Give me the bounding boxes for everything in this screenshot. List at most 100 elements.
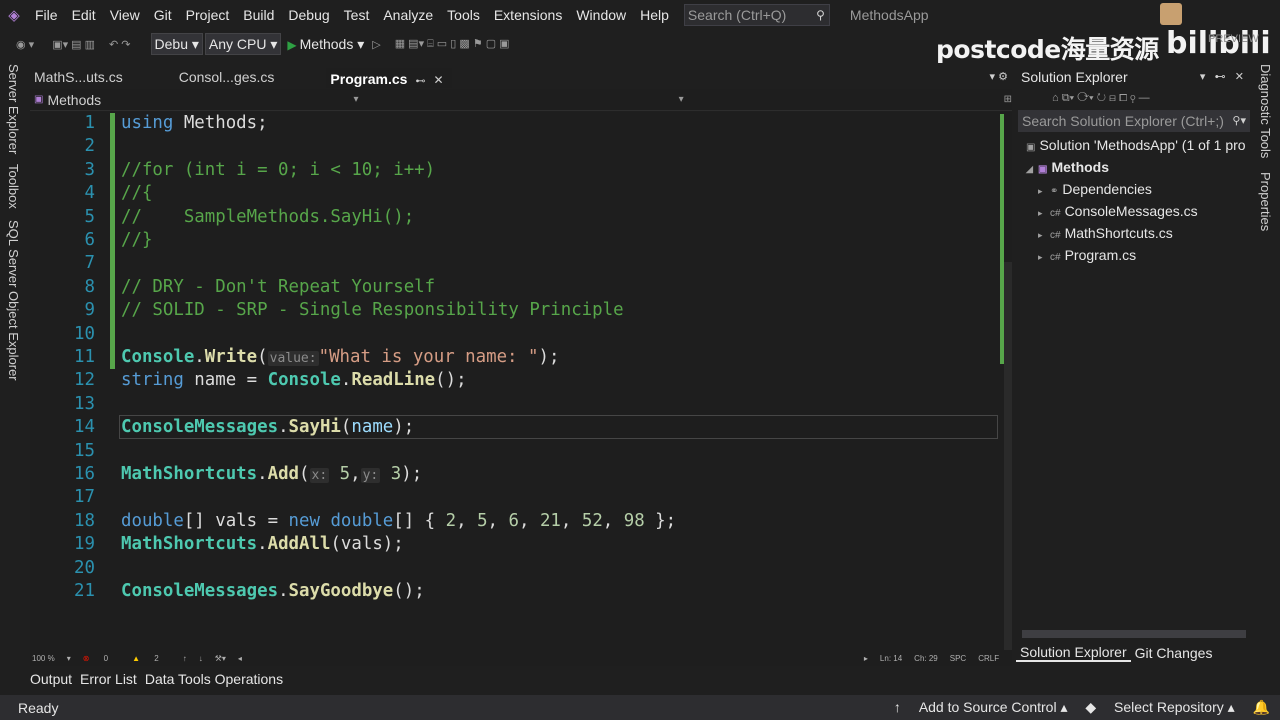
code-line[interactable]: 4 //{ xyxy=(30,182,998,205)
whitespace-indicator[interactable]: SPC xyxy=(950,654,966,663)
code-line[interactable]: 18 double[] vals = new double[] { 2, 5, 6… xyxy=(30,510,998,533)
tree-item-dependencies[interactable]: ▸ ⚭ Dependencies xyxy=(1016,178,1252,200)
close-icon[interactable]: ✕ xyxy=(433,73,443,87)
tree-item-program[interactable]: ▸ c# Program.cs xyxy=(1016,244,1252,266)
code-line[interactable]: 13 xyxy=(30,393,998,416)
code-line[interactable]: 1 using Methods; xyxy=(30,112,998,135)
server-explorer-tab[interactable]: Server Explorer xyxy=(6,64,21,154)
start-debugging-button[interactable]: ▶ Methods ▾ xyxy=(283,36,368,53)
cleanup-icon[interactable]: ⚒▾ xyxy=(215,654,226,663)
code-line[interactable]: 7 xyxy=(30,252,998,275)
code-line[interactable]: 12 string name = Console.ReadLine(); xyxy=(30,369,998,392)
code-line[interactable]: 8 // DRY - Don't Repeat Yourself xyxy=(30,276,998,299)
warning-count[interactable]: ▲ 2 xyxy=(132,654,171,663)
diagnostic-tools-tab[interactable]: Diagnostic Tools xyxy=(1258,64,1273,158)
tab-data-tools-operations[interactable]: Data Tools Operations xyxy=(145,671,283,687)
menu-help[interactable]: Help xyxy=(633,0,676,30)
tree-solution-root[interactable]: ▣ Solution 'MethodsApp' (1 of 1 pro xyxy=(1016,134,1252,156)
project-scope-dropdown[interactable]: Methods xyxy=(43,92,353,108)
tab-program[interactable]: Program.cs ⊷ ✕ xyxy=(326,66,452,88)
tab-error-list[interactable]: Error List xyxy=(80,671,137,687)
menu-file[interactable]: File xyxy=(28,0,65,30)
menu-tools[interactable]: Tools xyxy=(440,0,487,30)
chevron-right-icon[interactable]: ▸ xyxy=(1038,202,1050,222)
editor-vertical-scrollbar[interactable] xyxy=(1000,112,1012,662)
menu-extensions[interactable]: Extensions xyxy=(487,0,569,30)
code-line[interactable]: 21 ConsoleMessages.SayGoodbye(); xyxy=(30,580,998,603)
chevron-down-icon[interactable]: ◢ xyxy=(1026,158,1038,178)
code-line[interactable]: 3 //for (int i = 0; i < 10; i++) xyxy=(30,159,998,182)
notifications-icon[interactable]: 🔔 xyxy=(1253,699,1270,715)
chevron-right-icon[interactable]: ▸ xyxy=(1038,180,1050,200)
chevron-down-icon[interactable]: ▾ xyxy=(679,94,684,105)
tab-solution-explorer[interactable]: Solution Explorer xyxy=(1016,644,1131,662)
select-repository-button[interactable]: ◆ Select Repository ▴ xyxy=(1085,699,1234,715)
menu-project[interactable]: Project xyxy=(179,0,237,30)
visual-studio-logo-icon[interactable]: ◈ xyxy=(0,0,28,30)
platform-dropdown[interactable]: Any CPU ▾ xyxy=(204,33,282,55)
code-line[interactable]: 15 xyxy=(30,440,998,463)
code-line[interactable]: 20 xyxy=(30,557,998,580)
tree-item-mathshortcuts[interactable]: ▸ c# MathShortcuts.cs xyxy=(1016,222,1252,244)
menu-build[interactable]: Build xyxy=(236,0,281,30)
run-label: Methods xyxy=(299,35,354,52)
code-line[interactable]: 6 //} xyxy=(30,229,998,252)
code-editor[interactable]: 1 using Methods; 2 3//for (int i = 0; i < 1… xyxy=(30,112,1000,650)
tab-mathshortcuts[interactable]: MathS...uts.cs xyxy=(30,66,127,88)
code-line[interactable]: 10 xyxy=(30,323,998,346)
panel-controls[interactable]: ▾ ⊷ ✕ xyxy=(1200,66,1244,88)
code-line[interactable]: 17 xyxy=(30,486,998,509)
start-without-debugging-icon[interactable]: ▷ xyxy=(368,38,384,51)
code-line[interactable]: 11 Console.Write(value: "What is your name… xyxy=(30,346,998,369)
menu-view[interactable]: View xyxy=(103,0,147,30)
code-line[interactable]: 2 xyxy=(30,135,998,158)
toolbox-tab[interactable]: Toolbox xyxy=(6,164,21,209)
tab-consolemessages[interactable]: Consol...ges.cs xyxy=(175,66,279,88)
undo-redo-icon[interactable]: ↶ ↷ xyxy=(105,38,135,51)
tab-git-changes[interactable]: Git Changes xyxy=(1131,645,1217,661)
menu-window[interactable]: Window xyxy=(569,0,633,30)
avatar[interactable] xyxy=(1160,3,1182,25)
scrollbar-track[interactable] xyxy=(1004,262,1012,662)
tab-output[interactable]: Output xyxy=(30,671,72,687)
pin-icon[interactable]: ⊷ xyxy=(415,76,425,87)
code-line[interactable]: 5 // SampleMethods.SayHi(); xyxy=(30,206,998,229)
back-forward-icon[interactable]: ◉ ▾ xyxy=(12,38,38,51)
line-ending-indicator[interactable]: CRLF xyxy=(978,654,999,663)
menu-items: File Edit View Git Project Build Debug Test Anal… xyxy=(28,0,676,30)
scroll-left-icon[interactable]: ◂ xyxy=(238,654,242,663)
menu-edit[interactable]: Edit xyxy=(65,0,103,30)
code-token: . xyxy=(278,417,289,438)
properties-tab[interactable]: Properties xyxy=(1258,172,1273,231)
menu-test[interactable]: Test xyxy=(337,0,377,30)
solution-horizontal-scrollbar[interactable] xyxy=(1022,630,1246,638)
sql-server-object-explorer-tab[interactable]: SQL Server Object Explorer xyxy=(6,220,21,381)
solution-explorer-toolbar[interactable]: ⌂ ⧉▾ ⟳▾ ↻ ⊟ ⧠ ⚲ — xyxy=(1016,88,1252,108)
chevron-down-icon[interactable]: ▾ xyxy=(67,654,71,663)
chevron-down-icon[interactable]: ▾ xyxy=(354,94,359,105)
code-line[interactable]: 14 ConsoleMessages.SayHi(name); xyxy=(30,416,998,439)
code-line[interactable]: 9 // SOLID - SRP - Single Responsibility … xyxy=(30,299,998,322)
scroll-right-icon[interactable]: ▸ xyxy=(864,654,868,663)
configuration-dropdown[interactable]: Debu ▾ xyxy=(150,33,203,55)
split-editor-icon[interactable]: ⊞ xyxy=(1004,94,1012,105)
code-line[interactable]: 16 MathShortcuts.Add(x: 5, y: 3); xyxy=(30,463,998,486)
search-input[interactable]: Search (Ctrl+Q) ⚲ xyxy=(683,4,830,26)
tab-overflow-icon[interactable]: ▾ ⚙ xyxy=(990,70,1008,83)
tree-project-methods[interactable]: ◢ ▣ Methods xyxy=(1016,156,1252,178)
add-to-source-control-button[interactable]: ↑ Add to Source Control ▴ xyxy=(894,699,1068,715)
new-item-icon[interactable]: ▣▾ ▤ ▥ xyxy=(48,38,99,51)
toolbar-extra-icons[interactable]: ▦ ▤▾ ⌸ ▭ ▯ ▩ ⚑ ▢ ▣ xyxy=(391,37,514,51)
error-count[interactable]: ⊗ 0 xyxy=(83,654,120,663)
chevron-right-icon[interactable]: ▸ xyxy=(1038,224,1050,244)
menu-analyze[interactable]: Analyze xyxy=(376,0,440,30)
chevron-right-icon[interactable]: ▸ xyxy=(1038,246,1050,266)
code-line[interactable]: 19 MathShortcuts.AddAll(vals); xyxy=(30,533,998,556)
zoom-level[interactable]: 100 % xyxy=(32,654,55,663)
menu-debug[interactable]: Debug xyxy=(281,0,336,30)
up-arrow-icon[interactable]: ↑ xyxy=(183,654,187,663)
down-arrow-icon[interactable]: ↓ xyxy=(199,654,203,663)
tree-item-consolemessages[interactable]: ▸ c# ConsoleMessages.cs xyxy=(1016,200,1252,222)
menu-git[interactable]: Git xyxy=(147,0,179,30)
solution-search-input[interactable]: Search Solution Explorer (Ctrl+;) ⚲▾ xyxy=(1018,110,1250,132)
